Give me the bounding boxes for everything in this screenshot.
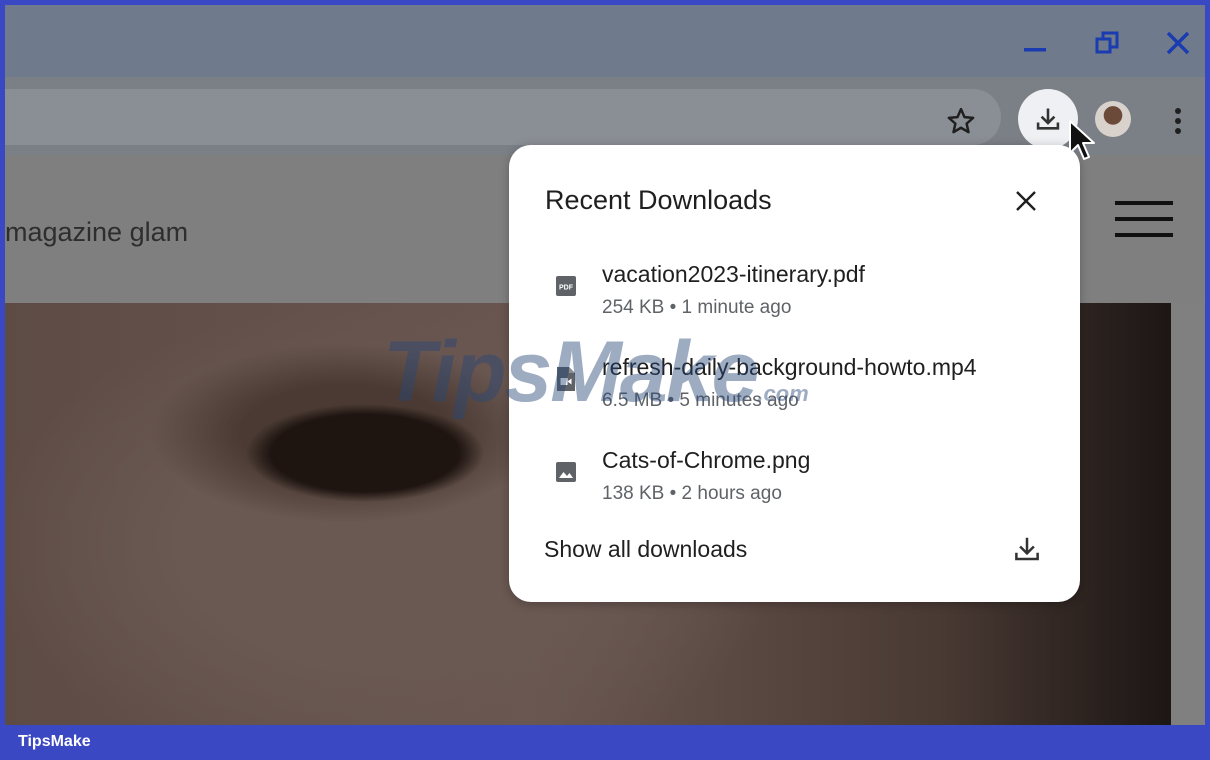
download-item[interactable]: refresh-daily-background-howto.mp4 6.5 M… — [545, 354, 1045, 434]
close-downloads-button[interactable] — [1008, 183, 1044, 219]
restore-icon — [1095, 31, 1119, 54]
minimize-icon — [1024, 48, 1046, 52]
avatar[interactable] — [1095, 101, 1131, 137]
browser-toolbar — [5, 77, 1205, 155]
browser-window: magazine glam Recent Downloads PDF vacat… — [5, 5, 1205, 725]
download-item[interactable]: Cats-of-Chrome.png 138 KB • 2 hours ago — [545, 447, 1045, 527]
restore-button[interactable] — [1087, 23, 1127, 63]
title-bar — [5, 5, 1205, 77]
download-item-name: refresh-daily-background-howto.mp4 — [602, 354, 977, 380]
image-file-icon — [553, 459, 579, 485]
download-item-name: vacation2023-itinerary.pdf — [602, 261, 865, 287]
site-title[interactable]: magazine glam — [5, 217, 188, 248]
close-icon — [1016, 191, 1036, 211]
download-item[interactable]: PDF vacation2023-itinerary.pdf 254 KB • … — [545, 261, 1045, 341]
video-file-icon — [553, 366, 579, 392]
more-vert-icon — [1175, 108, 1181, 134]
download-item-meta: 138 KB • 2 hours ago — [602, 483, 782, 504]
download-icon — [1036, 108, 1060, 130]
minimize-button[interactable] — [1015, 23, 1055, 63]
footer-brand: TipsMake — [18, 733, 91, 750]
pdf-file-icon: PDF — [553, 273, 579, 299]
page-margin — [1171, 303, 1205, 725]
star-icon — [947, 107, 975, 134]
mouse-cursor-icon — [1069, 120, 1095, 160]
address-bar[interactable] — [5, 89, 1001, 145]
download-item-meta: 254 KB • 1 minute ago — [602, 297, 792, 318]
show-all-downloads-button[interactable]: Show all downloads — [509, 520, 1080, 580]
svg-text:PDF: PDF — [559, 285, 574, 292]
download-item-meta: 6.5 MB • 5 minutes ago — [602, 390, 799, 411]
downloads-bubble: Recent Downloads PDF vacation2023-itiner… — [509, 145, 1080, 602]
download-item-name: Cats-of-Chrome.png — [602, 447, 811, 473]
downloads-title: Recent Downloads — [545, 185, 772, 215]
close-window-button[interactable] — [1158, 23, 1198, 63]
more-menu-button[interactable] — [1160, 101, 1196, 141]
show-all-downloads-label: Show all downloads — [544, 536, 748, 562]
hamburger-menu-icon[interactable] — [1115, 201, 1173, 241]
bookmark-button[interactable] — [941, 101, 981, 141]
close-icon — [1166, 31, 1190, 55]
download-icon — [1015, 537, 1039, 561]
